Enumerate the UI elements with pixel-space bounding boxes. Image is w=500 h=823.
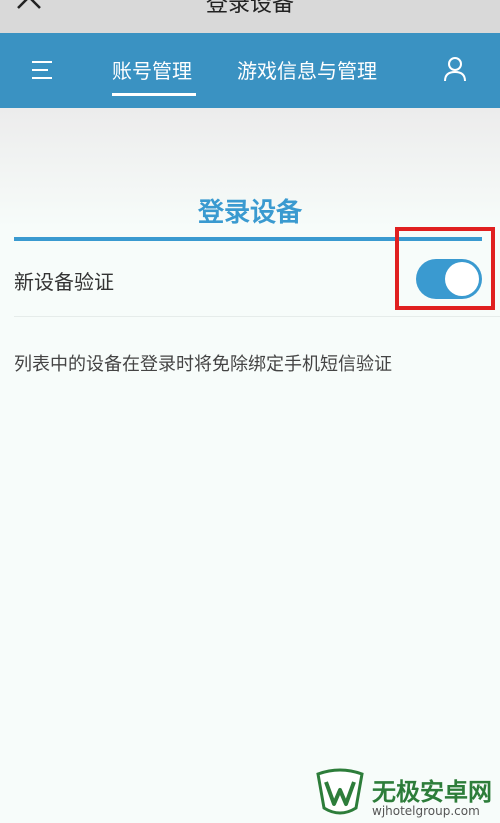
new-device-verification-label: 新设备验证 <box>14 270 114 294</box>
user-icon[interactable] <box>442 55 468 83</box>
tab-account-management[interactable]: 账号管理 <box>112 55 192 84</box>
highlight-box <box>395 227 495 310</box>
row-divider <box>14 316 500 317</box>
watermark-logo-icon <box>316 768 364 815</box>
section-title: 登录设备 <box>197 198 302 228</box>
watermark-name: 无极安卓网 <box>372 778 492 806</box>
watermark: 无极安卓网 wjhotelgroup.com <box>312 768 500 823</box>
watermark-url: wjhotelgroup.com <box>372 804 480 818</box>
page-title: 登录设备 <box>205 0 294 17</box>
menu-icon[interactable] <box>30 57 56 83</box>
description-text: 列表中的设备在登录时将免除绑定手机短信验证 <box>14 354 392 375</box>
active-tab-indicator <box>112 93 196 96</box>
nav-bar: 账号管理 游戏信息与管理 <box>0 33 500 108</box>
tab-game-info-management[interactable]: 游戏信息与管理 <box>237 55 377 84</box>
top-bar: 登录设备 <box>0 0 500 33</box>
